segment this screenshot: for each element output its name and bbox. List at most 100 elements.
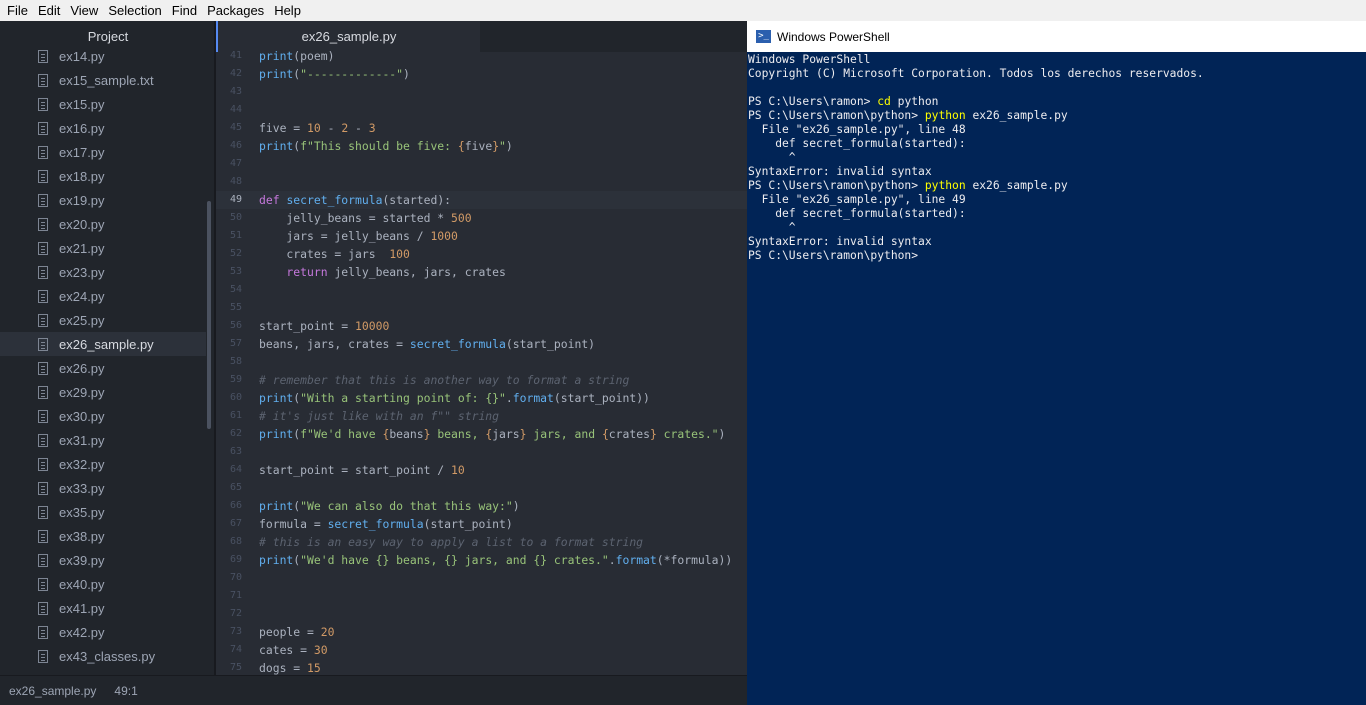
file-item[interactable]: ex38.py [0,524,206,548]
file-name: ex39.py [59,552,105,568]
file-name: ex42.py [59,624,105,640]
file-item[interactable]: ex43_classes.py [0,644,206,668]
file-icon [38,337,48,351]
file-item[interactable]: ex26.py [0,356,206,380]
console-text: python [890,95,939,108]
powershell-title-bar[interactable]: >_ Windows PowerShell [747,21,1366,52]
file-item[interactable]: ex42.py [0,620,206,644]
file-item[interactable]: ex32.py [0,452,206,476]
file-item[interactable]: ex23.py [0,260,206,284]
menu-find[interactable]: Find [167,0,202,21]
line-number: 42 [229,68,242,79]
file-item[interactable]: ex26_sample.py [0,332,206,356]
file-item[interactable]: ex33.py [0,476,206,500]
code-text: jelly_beans = started * 500 [242,209,472,227]
file-icon [38,169,48,183]
code-token: f"We'd have [300,427,383,441]
code-token: secret_formula [409,337,506,351]
powershell-console[interactable]: Windows PowerShell Copyright (C) Microsof… [747,52,1366,263]
menu-selection[interactable]: Selection [103,0,166,21]
code-line: 72 [216,605,747,623]
code-text: crates = jars 100 [242,245,409,263]
file-name: ex29.py [59,384,105,400]
file-item[interactable]: ex17.py [0,140,206,164]
file-item[interactable]: ex24.py [0,284,206,308]
file-icon [38,505,48,519]
line-number: 74 [229,644,242,655]
code-line: 45 five = 10 - 2 - 3 [216,119,747,137]
file-item[interactable]: ex31.py [0,428,206,452]
console-line: SyntaxError: invalid syntax [748,235,1366,249]
file-name: ex17.py [59,144,105,160]
sidebar-scrollbar[interactable] [207,201,211,429]
code-token: { [457,139,465,153]
code-token: } [649,427,657,441]
file-item[interactable]: ex15_sample.txt [0,68,206,92]
line-number: 41 [229,50,242,61]
powershell-window[interactable]: >_ Windows PowerShell Windows PowerShell… [747,21,1366,705]
code-token: 500 [451,211,472,225]
code-token: print [259,49,294,63]
menu-packages[interactable]: Packages [202,0,269,21]
console-text: PS C:\Users\ramon\python> [748,179,925,192]
file-icon [38,433,48,447]
file-item[interactable]: ex18.py [0,164,206,188]
code-token: 10000 [355,319,390,333]
code-line: 49 def secret_formula(started): [216,191,747,209]
code-token: crates [608,427,650,441]
code-line: 53 return jelly_beans, jars, crates [216,263,747,281]
console-text: def secret_formula(started): [748,137,966,150]
file-item[interactable]: ex39.py [0,548,206,572]
code-token: (start_point) [423,517,513,531]
file-item[interactable]: ex29.py [0,380,206,404]
line-number: 59 [229,374,242,385]
code-text: # this is an easy way to apply a list to… [242,533,643,551]
code-token: dogs = [259,661,308,675]
file-name: ex38.py [59,528,105,544]
code-token: beans, [430,427,486,441]
line-number: 62 [229,428,242,439]
line-number: 61 [229,410,242,421]
code-token: print [259,391,294,405]
file-item[interactable]: ex16.py [0,116,206,140]
file-item[interactable]: ex14.py [0,44,206,68]
code-token: jelly_beans = started * [259,211,452,225]
code-token: print [259,139,294,153]
console-text: PS C:\Users\ramon> [748,95,878,108]
code-editor[interactable]: ex26_sample.py 41 print(poem) 42 print("---… [216,21,747,675]
code-token: } [519,427,527,441]
file-name: ex32.py [59,456,105,472]
file-item[interactable]: ex21.py [0,236,206,260]
status-cursor-position[interactable]: 49:1 [114,684,137,698]
menu-help[interactable]: Help [269,0,306,21]
code-text: print("We'd have {} beans, {} jars, and … [242,551,732,569]
code-token: five [464,139,493,153]
line-number: 54 [229,284,242,295]
file-item[interactable]: ex30.py [0,404,206,428]
file-item[interactable]: ex20.py [0,212,206,236]
menu-file[interactable]: File [2,0,33,21]
line-number: 71 [229,590,242,601]
file-item[interactable]: ex25.py [0,308,206,332]
file-item[interactable]: ex41.py [0,596,206,620]
line-number: 63 [229,446,242,457]
menu-view[interactable]: View [65,0,103,21]
file-item[interactable]: ex35.py [0,500,206,524]
code-area[interactable]: 41 print(poem) 42 print("-------------") 43 4… [216,47,747,675]
line-number: 55 [229,302,242,313]
menu-edit[interactable]: Edit [33,0,65,21]
code-line: 51 jars = jelly_beans / 1000 [216,227,747,245]
console-text: PS C:\Users\ramon\python> [748,249,919,262]
file-item[interactable]: ex19.py [0,188,206,212]
code-token: (poem) [293,49,335,63]
file-icon [38,553,48,567]
code-line: 68 # this is an easy way to apply a list … [216,533,747,551]
code-token: ) [512,499,520,513]
code-token: - [320,121,342,135]
code-token: 3 [368,121,376,135]
file-item[interactable]: ex40.py [0,572,206,596]
powershell-title: Windows PowerShell [777,29,890,44]
file-item[interactable]: ex15.py [0,92,206,116]
status-file-name[interactable]: ex26_sample.py [9,684,96,698]
